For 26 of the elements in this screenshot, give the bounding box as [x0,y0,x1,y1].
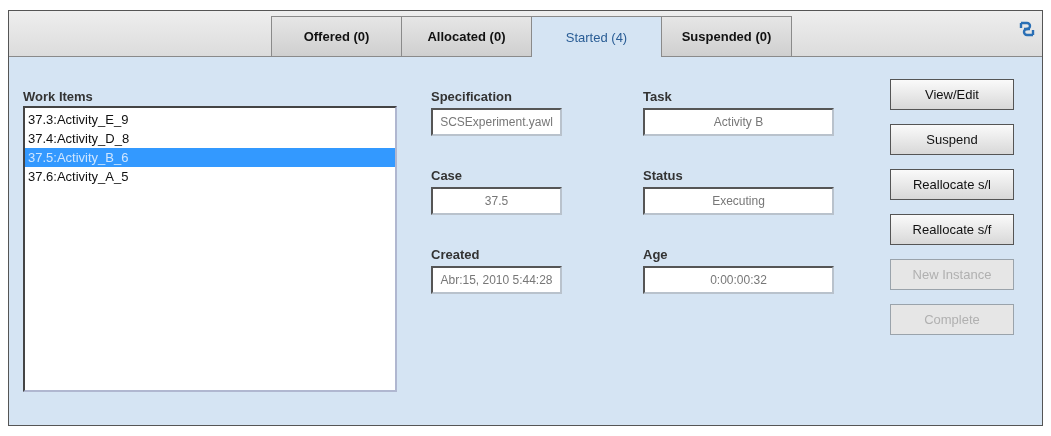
field-label: Status [643,168,684,183]
tab[interactable]: Offered (0) [271,16,402,56]
list-item[interactable]: 37.6:Activity_A_5 [25,167,395,186]
list-label: Work Items [23,89,94,104]
text-field[interactable]: Activity B [643,108,834,136]
action-button[interactable]: Suspend [890,124,1014,155]
field-label: Specification [431,89,513,104]
list-item[interactable]: 37.3:Activity_E_9 [25,110,395,129]
text-field[interactable]: SCSExperiment.yawl [431,108,562,136]
field-label: Case [431,168,464,183]
work-items-list[interactable]: 37.3:Activity_E_9 37.4:Activity_D_8 37.5:Activity_B_6 37.6:Activity_A_5 [23,106,397,392]
text-field[interactable]: 37.5 [431,187,562,215]
text-field[interactable]: 0:00:00:32 [643,266,834,294]
text-field[interactable]: Abr:15, 2010 5:44:28 [431,266,562,294]
chain-link-icon [1018,19,1036,39]
action-button[interactable]: Reallocate s/f [890,214,1014,245]
tab[interactable]: Allocated (0) [401,16,532,56]
tab[interactable]: Started (4) [531,16,662,57]
action-button[interactable]: Reallocate s/l [890,169,1014,200]
field-label: Created [431,247,481,262]
text-field[interactable]: Executing [643,187,834,215]
tab[interactable]: Suspended (0) [661,16,792,56]
field-label: Task [643,89,673,104]
action-button[interactable]: View/Edit [890,79,1014,110]
list-item[interactable]: 37.4:Activity_D_8 [25,129,395,148]
field-label: Age [643,247,669,262]
